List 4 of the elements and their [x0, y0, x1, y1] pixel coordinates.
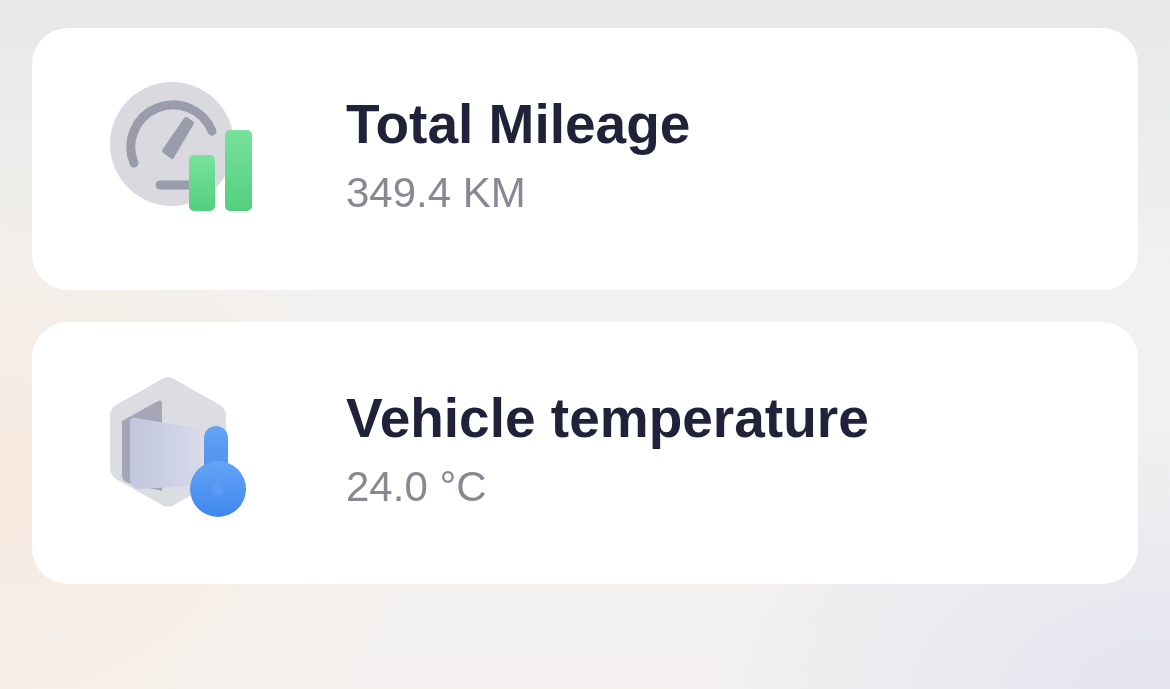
- stat-title: Vehicle temperature: [346, 387, 869, 449]
- stat-title: Total Mileage: [346, 93, 691, 155]
- stat-value: 24.0 °C: [346, 464, 488, 511]
- stat-value: 349.4 KM: [346, 170, 527, 217]
